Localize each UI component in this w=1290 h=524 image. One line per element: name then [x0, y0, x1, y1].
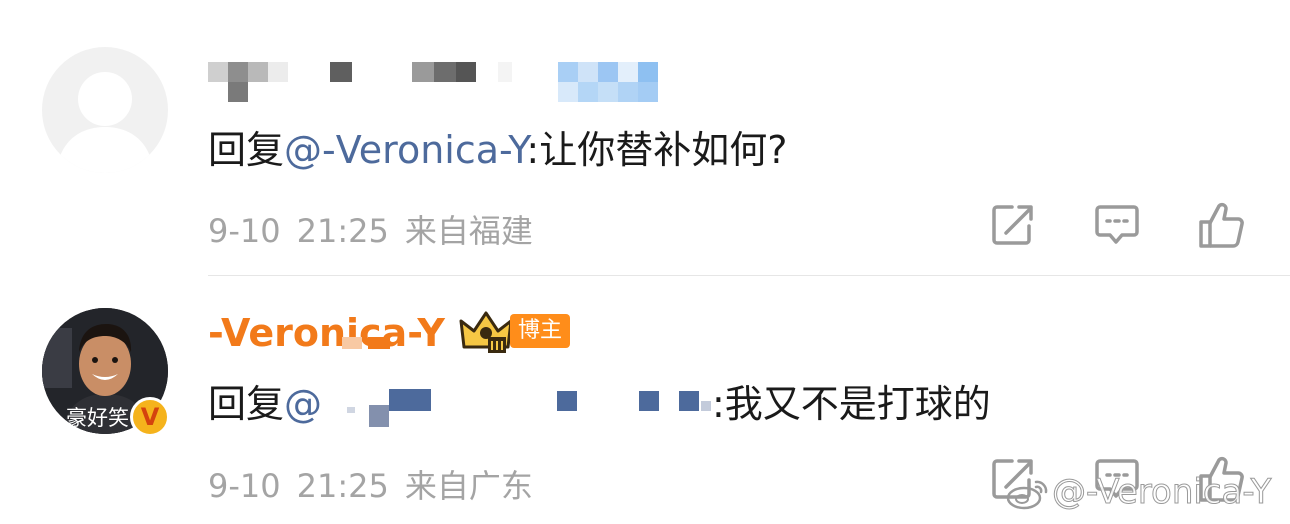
mosaic [434, 62, 456, 82]
comment-time: 21:25 [296, 212, 389, 250]
divider [208, 275, 1290, 276]
avatar[interactable] [42, 47, 168, 173]
comment-location: 来自福建 [404, 212, 533, 250]
user-silhouette-icon [56, 72, 154, 173]
share-icon [992, 205, 1033, 245]
watermark: @-Veronica-Y [1051, 472, 1272, 513]
mosaic [342, 337, 362, 349]
mosaic [701, 401, 711, 411]
mosaic [208, 62, 228, 82]
share-button[interactable] [990, 202, 1040, 252]
mosaic [679, 391, 699, 411]
comment-meta: 9-10 21:25 来自福建 [208, 206, 549, 252]
mosaic [268, 62, 288, 82]
comment-icon [1095, 205, 1139, 244]
crown-icon [459, 311, 513, 353]
mosaic [638, 82, 658, 102]
author-name[interactable]: -Veronica-Y [208, 313, 445, 353]
mosaic [578, 82, 598, 102]
comment-location: 来自广东 [404, 467, 533, 505]
mosaic [389, 389, 431, 411]
mosaic [412, 62, 434, 82]
mention-redacted[interactable] [345, 387, 715, 427]
mosaic [618, 82, 638, 102]
mosaic [368, 337, 390, 349]
mosaic [330, 62, 352, 82]
comment-meta: 9-10 21:25 来自广东 [208, 461, 549, 507]
blogger-badge: 博主 [510, 314, 571, 348]
avatar-caption: 豪好笑 [66, 406, 129, 430]
comment-button[interactable] [1094, 202, 1144, 252]
mention-link[interactable]: @-Veronica-Y [284, 128, 526, 172]
like-button[interactable] [1198, 202, 1248, 252]
reply-body: :我又不是打球的 [712, 382, 991, 426]
mosaic [578, 62, 598, 82]
comment-text: 回复@-Veronica-Y:让你替补如何? [208, 126, 787, 174]
reply-prefix: 回复 [208, 128, 285, 172]
reply-prefix: 回复 [208, 382, 285, 426]
comment-item: 回复@-Veronica-Y:让你替补如何? 9-10 21:25 来自福建 [0, 0, 1290, 276]
mosaic [557, 391, 577, 411]
mosaic [228, 82, 248, 102]
comment-actions [990, 202, 1250, 252]
comment-date: 9-10 [208, 212, 281, 250]
comment-text: 回复@ [208, 380, 322, 428]
reply-body: :让你替补如何? [526, 128, 788, 172]
mosaic [558, 82, 578, 102]
mosaic [639, 391, 659, 411]
like-icon [1199, 202, 1244, 248]
mosaic [248, 62, 268, 82]
mosaic [456, 62, 476, 82]
comment-text-body: :我又不是打球的 [712, 380, 991, 428]
comment-time: 21:25 [296, 467, 389, 505]
mosaic [347, 407, 355, 413]
mosaic [498, 62, 512, 82]
weibo-logo-icon [1006, 480, 1048, 510]
comment-date: 9-10 [208, 467, 281, 505]
mosaic [598, 82, 618, 102]
mosaic [598, 62, 618, 82]
mention-link[interactable]: @ [284, 382, 322, 426]
mosaic [558, 62, 578, 82]
mosaic [618, 62, 638, 82]
mosaic [638, 62, 658, 82]
mosaic [228, 62, 248, 82]
verified-v-icon: V [130, 397, 170, 437]
mosaic [369, 405, 389, 427]
